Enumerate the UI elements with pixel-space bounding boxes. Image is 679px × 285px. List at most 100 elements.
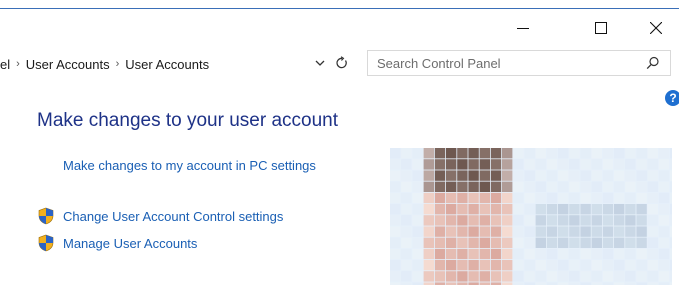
avatar-pixel — [569, 170, 580, 181]
avatar-pixel — [479, 170, 490, 181]
avatar-pixel — [636, 248, 647, 260]
avatar-pixel — [580, 226, 591, 237]
change-uac-settings-link[interactable]: Change User Account Control settings — [63, 209, 283, 224]
avatar-pixel — [558, 215, 569, 226]
close-icon — [650, 22, 662, 34]
avatar-pixel — [602, 237, 614, 248]
avatar-pixel — [535, 248, 546, 260]
window-top-border — [0, 8, 679, 9]
chevron-right-icon[interactable]: › — [116, 58, 120, 70]
avatar-pixel — [513, 215, 524, 226]
pc-settings-link[interactable]: Make changes to my account in PC setting… — [63, 158, 316, 173]
avatar-pixel — [434, 170, 446, 181]
avatar-pixel — [591, 148, 602, 159]
maximize-button[interactable] — [578, 14, 624, 42]
breadcrumb-item-user-accounts[interactable]: User Accounts — [26, 57, 110, 72]
avatar-pixel — [591, 237, 602, 248]
user-avatar-pixelated — [390, 148, 672, 285]
help-icon[interactable]: ? — [665, 90, 679, 106]
avatar-pixel — [546, 159, 558, 170]
avatar-pixel — [647, 237, 658, 248]
avatar-pixel — [636, 148, 647, 159]
avatar-pixel — [535, 260, 546, 271]
avatar-pixel — [591, 159, 602, 170]
avatar-pixel — [614, 237, 625, 248]
avatar-pixel — [569, 248, 580, 260]
avatar-pixel — [457, 204, 468, 215]
manage-user-accounts-link[interactable]: Manage User Accounts — [63, 236, 197, 251]
minimize-button[interactable] — [500, 14, 546, 42]
breadcrumb-item-current[interactable]: User Accounts — [125, 57, 209, 72]
avatar-pixel — [524, 170, 535, 181]
avatar-pixel — [670, 148, 672, 159]
avatar-pixel — [670, 170, 672, 181]
avatar-pixel — [479, 271, 490, 282]
avatar-pixel — [580, 159, 591, 170]
avatar-pixel — [401, 271, 412, 282]
avatar-pixel — [614, 260, 625, 271]
avatar-pixel — [658, 237, 670, 248]
avatar-pixel — [390, 148, 401, 159]
avatar-pixel — [513, 226, 524, 237]
avatar-pixel — [658, 181, 670, 192]
search-input[interactable] — [377, 55, 637, 71]
avatar-pixel — [658, 170, 670, 181]
avatar-pixel — [513, 159, 524, 170]
avatar-pixel — [535, 226, 546, 237]
avatar-pixel — [546, 237, 558, 248]
avatar-pixel — [446, 271, 457, 282]
avatar-pixel — [569, 271, 580, 282]
avatar-pixel — [614, 170, 625, 181]
refresh-button[interactable] — [335, 56, 349, 70]
avatar-pixel — [434, 192, 446, 204]
search-box[interactable] — [367, 50, 671, 76]
avatar-pixel — [468, 148, 479, 159]
avatar-pixel — [401, 170, 412, 181]
avatar-pixel — [446, 170, 457, 181]
avatar-pixel — [423, 148, 434, 159]
avatar-pixel — [479, 148, 490, 159]
avatar-pixel — [412, 260, 423, 271]
avatar-pixel — [479, 181, 490, 192]
avatar-pixel — [457, 260, 468, 271]
maximize-icon — [595, 22, 607, 34]
avatar-pixel — [647, 260, 658, 271]
avatar-pixel — [513, 192, 524, 204]
avatar-pixel — [524, 181, 535, 192]
avatar-pixel — [412, 215, 423, 226]
avatar-pixel — [535, 148, 546, 159]
avatar-pixel — [647, 181, 658, 192]
address-history-dropdown[interactable] — [313, 56, 327, 70]
breadcrumb-item-control-panel[interactable]: el — [0, 57, 10, 72]
avatar-pixel — [614, 215, 625, 226]
avatar-pixel — [625, 159, 636, 170]
avatar-pixel — [546, 204, 558, 215]
account-picture — [390, 148, 672, 285]
avatar-pixel — [625, 204, 636, 215]
avatar-pixel — [614, 159, 625, 170]
avatar-pixel — [468, 271, 479, 282]
avatar-pixel — [602, 215, 614, 226]
avatar-pixel — [524, 148, 535, 159]
search-icon[interactable] — [646, 56, 660, 70]
task-manage-user-accounts[interactable]: Manage User Accounts — [37, 234, 197, 252]
avatar-pixel — [468, 248, 479, 260]
avatar-pixel — [423, 248, 434, 260]
avatar-pixel — [524, 215, 535, 226]
avatar-pixel — [490, 226, 502, 237]
avatar-pixel — [401, 260, 412, 271]
close-button[interactable] — [633, 14, 679, 42]
avatar-pixel — [580, 148, 591, 159]
chevron-down-icon — [315, 60, 325, 66]
chevron-right-icon[interactable]: › — [16, 58, 20, 70]
avatar-pixel — [558, 170, 569, 181]
avatar-pixel — [614, 181, 625, 192]
avatar-pixel — [457, 215, 468, 226]
avatar-pixel — [468, 226, 479, 237]
avatar-pixel — [401, 204, 412, 215]
task-change-uac-settings[interactable]: Change User Account Control settings — [37, 207, 283, 225]
avatar-pixel — [569, 204, 580, 215]
avatar-pixel — [479, 260, 490, 271]
avatar-pixel — [412, 204, 423, 215]
avatar-pixel — [535, 170, 546, 181]
